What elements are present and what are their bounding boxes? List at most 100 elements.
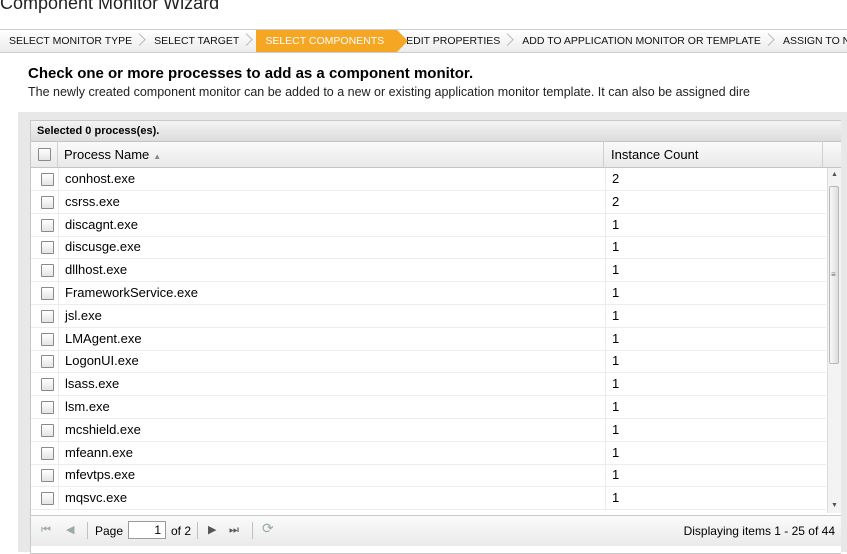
instance-count-cell: 2 — [612, 193, 620, 209]
process-name-cell: FrameworkService.exe — [65, 285, 198, 300]
cell-divider — [605, 190, 606, 213]
table-row[interactable]: dllhost.exe 1 — [31, 259, 826, 283]
pager-divider — [197, 522, 198, 539]
row-checkbox[interactable] — [41, 401, 54, 414]
wizard-step[interactable]: ASSIGN TO NODES — [774, 30, 847, 52]
instance-count-cell: 1 — [612, 353, 620, 369]
select-all-checkbox[interactable] — [38, 148, 51, 161]
process-name-cell: jsl.exe — [65, 307, 102, 323]
scrollbar-thumb[interactable]: ≡ — [829, 186, 839, 364]
row-checkbox[interactable] — [41, 287, 54, 300]
scroll-up-arrow-icon[interactable]: ▲ — [828, 168, 841, 182]
row-checkbox[interactable] — [41, 309, 54, 323]
instance-count-cell: 1 — [612, 376, 620, 392]
wizard-step[interactable]: ADD TO APPLICATION MONITOR OR TEMPLATE — [513, 30, 774, 52]
row-checkbox[interactable] — [41, 355, 54, 369]
cell-divider — [58, 327, 59, 350]
cell-divider — [58, 396, 59, 418]
row-checkbox[interactable] — [41, 469, 54, 483]
select-all-cell — [31, 142, 58, 167]
row-checkbox[interactable] — [41, 378, 54, 392]
next-page-icon[interactable]: ▶ — [208, 523, 216, 537]
grid-body: conhost.exe 2 csrss.exe 2 discagnt.exe 1 discu… — [31, 168, 826, 513]
cell-divider — [605, 373, 606, 396]
vertical-scrollbar[interactable]: ▲ ≡ ▼ — [827, 168, 841, 513]
column-header-instance-count[interactable]: Instance Count — [605, 142, 823, 167]
table-row[interactable]: discagnt.exe 1 — [31, 213, 826, 237]
row-checkbox[interactable] — [41, 423, 54, 437]
cell-divider — [605, 441, 606, 464]
process-name-cell: LogonUI.exe — [65, 353, 139, 369]
column-header-process-name[interactable]: Process Name ▲ — [58, 142, 604, 167]
last-page-icon[interactable]: ⏭ — [229, 523, 239, 537]
table-row[interactable]: conhost.exe 2 — [31, 168, 826, 191]
cell-divider — [58, 259, 59, 282]
table-row[interactable]: FrameworkService.exe 1 — [31, 282, 826, 305]
cell-divider — [605, 464, 606, 487]
selection-status: Selected 0 process(es). — [37, 125, 160, 137]
scroll-down-arrow-icon[interactable]: ▼ — [828, 499, 841, 513]
row-checkbox[interactable] — [41, 492, 54, 506]
row-checkbox[interactable] — [41, 173, 54, 186]
instance-count-cell: 1 — [612, 399, 620, 414]
cell-divider — [605, 213, 606, 236]
row-checkbox[interactable] — [41, 195, 54, 209]
cell-divider — [58, 373, 59, 396]
pager-divider — [87, 522, 88, 539]
table-row[interactable]: lsass.exe 1 — [31, 373, 826, 397]
cell-divider — [605, 236, 606, 259]
table-row[interactable]: LMAgent.exe 1 — [31, 327, 826, 351]
row-checkbox[interactable] — [41, 218, 54, 232]
grid-header: Process Name ▲ Instance Count — [31, 142, 841, 168]
column-header-instance-count-label: Instance Count — [611, 147, 699, 162]
pager-display-info: Displaying items 1 - 25 of 44 — [683, 524, 835, 538]
cell-divider — [605, 304, 606, 327]
instruction-description: The newly created component monitor can … — [28, 85, 750, 99]
table-row[interactable]: mcshield.exe 1 — [31, 418, 826, 442]
instance-count-cell: 1 — [612, 444, 620, 460]
process-name-cell: dllhost.exe — [65, 262, 128, 278]
wizard-step[interactable]: SELECT TARGET — [145, 30, 252, 52]
instance-count-cell: 1 — [612, 330, 620, 346]
cell-divider — [58, 213, 59, 236]
sort-ascending-icon: ▲ — [153, 152, 162, 161]
table-row[interactable]: mqsvc.exe 1 — [31, 487, 826, 511]
pagination-toolbar: ⏮ ◀ Page of 2 ▶ ⏭ ⟳ Displaying items 1 -… — [31, 515, 841, 546]
instance-count-cell: 1 — [612, 467, 620, 483]
wizard-step[interactable]: SELECT MONITOR TYPE — [0, 30, 145, 52]
first-page-icon[interactable]: ⏮ — [41, 523, 51, 537]
table-row[interactable]: lsm.exe 1 — [31, 396, 826, 419]
cell-divider — [58, 190, 59, 213]
instance-count-cell: 2 — [612, 171, 620, 186]
cell-divider — [58, 282, 59, 304]
cell-divider — [605, 487, 606, 510]
table-row[interactable]: csrss.exe 2 — [31, 190, 826, 214]
table-row[interactable]: jsl.exe 1 — [31, 304, 826, 328]
table-row[interactable]: LogonUI.exe 1 — [31, 350, 826, 374]
table-row[interactable]: discusge.exe 1 — [31, 236, 826, 260]
process-name-cell: lsass.exe — [65, 376, 120, 392]
instance-count-cell: 1 — [612, 490, 620, 506]
row-checkbox[interactable] — [41, 332, 54, 346]
instance-count-cell: 1 — [612, 421, 620, 437]
cell-divider — [605, 259, 606, 282]
cell-divider — [605, 327, 606, 350]
row-checkbox[interactable] — [41, 446, 54, 460]
instance-count-cell: 1 — [612, 307, 620, 323]
page-label: Page — [95, 524, 124, 538]
table-row[interactable]: mfeann.exe 1 — [31, 441, 826, 465]
row-checkbox[interactable] — [41, 241, 54, 255]
row-checkbox[interactable] — [41, 264, 54, 278]
wizard-steps: SELECT MONITOR TYPE SELECT TARGET SELECT C… — [0, 29, 847, 53]
cell-divider — [58, 236, 59, 259]
process-name-cell: mfeann.exe — [65, 444, 133, 460]
page-number-input[interactable] — [128, 521, 166, 539]
table-row[interactable]: mfevtps.exe 1 — [31, 464, 826, 488]
refresh-icon[interactable]: ⟳ — [262, 521, 274, 535]
process-name-cell: LMAgent.exe — [65, 330, 142, 346]
instruction-heading: Check one or more processes to add as a … — [28, 65, 474, 82]
instance-count-cell: 1 — [612, 216, 620, 232]
wizard-step[interactable]: SELECT COMPONENTS — [256, 30, 408, 52]
wizard-step[interactable]: EDIT PROPERTIES — [397, 30, 513, 52]
previous-page-icon[interactable]: ◀ — [66, 523, 74, 537]
